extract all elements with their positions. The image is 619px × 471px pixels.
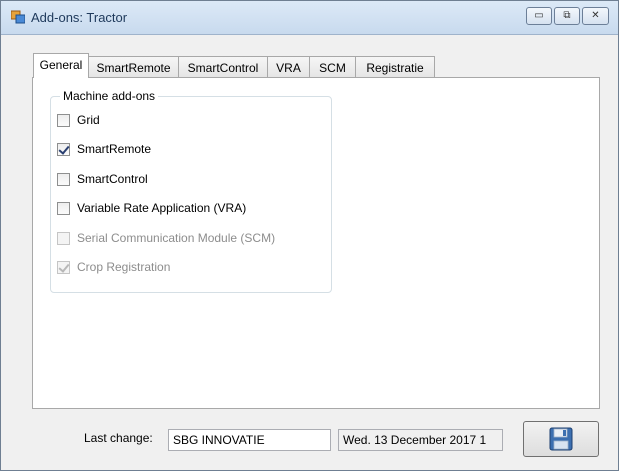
last-change-date-field: Wed. 13 December 2017 1 — [338, 429, 503, 451]
tab-general[interactable]: General — [33, 53, 89, 78]
tab-smartcontrol[interactable]: SmartControl — [178, 56, 268, 77]
window-title: Add-ons: Tractor — [31, 10, 128, 25]
floppy-disk-icon — [549, 427, 573, 451]
minimize-button[interactable]: ▭ — [526, 7, 552, 25]
checkbox-smartremote[interactable]: SmartRemote — [57, 141, 151, 157]
checkbox-vra[interactable]: Variable Rate Application (VRA) — [57, 200, 246, 216]
tab-label: SmartControl — [187, 61, 259, 75]
checkbox-scm: Serial Communication Module (SCM) — [57, 230, 275, 246]
checkbox-label: SmartRemote — [77, 142, 152, 156]
tab-label: Registratie — [366, 61, 424, 75]
checkbox-smartcontrol[interactable]: SmartControl — [57, 171, 148, 187]
app-window-icon — [11, 10, 25, 24]
close-icon: ✕ — [591, 10, 600, 21]
checkbox-label: Variable Rate Application (VRA) — [77, 201, 247, 215]
tab-registratie[interactable]: Registratie — [355, 56, 435, 77]
checkbox-box — [57, 260, 70, 274]
checkbox-box[interactable] — [57, 142, 70, 156]
restore-button[interactable]: ⧉ — [554, 7, 580, 25]
checkbox-crop-registration: Crop Registration — [57, 259, 170, 275]
restore-icon: ⧉ — [563, 10, 571, 21]
tab-label: SCM — [319, 61, 346, 75]
checkbox-box — [57, 231, 70, 245]
checkbox-grid[interactable]: Grid — [57, 112, 100, 128]
tab-smartremote[interactable]: SmartRemote — [88, 56, 179, 77]
tab-label: SmartRemote — [96, 61, 171, 75]
last-change-date-value: Wed. 13 December 2017 1 — [343, 433, 487, 447]
tab-label: VRA — [276, 61, 301, 75]
minimize-icon: ▭ — [534, 10, 544, 21]
checkbox-box[interactable] — [57, 113, 70, 127]
group-label: Machine add-ons — [60, 89, 159, 103]
last-change-label: Last change: — [84, 431, 153, 445]
last-change-user-field[interactable]: SBG INNOVATIE — [168, 429, 331, 451]
checkbox-label: Crop Registration — [77, 260, 171, 274]
last-change-user-value: SBG INNOVATIE — [173, 433, 265, 447]
title-bar[interactable]: Add-ons: Tractor ▭ ⧉ ✕ — [1, 1, 618, 35]
tab-vra[interactable]: VRA — [267, 56, 310, 77]
checkbox-label: Serial Communication Module (SCM) — [77, 231, 276, 245]
tab-scm[interactable]: SCM — [309, 56, 356, 77]
checkbox-box[interactable] — [57, 201, 70, 215]
checkbox-label: Grid — [77, 113, 100, 127]
save-button[interactable] — [523, 421, 599, 457]
close-button[interactable]: ✕ — [582, 7, 609, 25]
checkbox-box[interactable] — [57, 172, 70, 186]
tab-label: General — [39, 58, 83, 72]
checkbox-label: SmartControl — [77, 172, 148, 186]
